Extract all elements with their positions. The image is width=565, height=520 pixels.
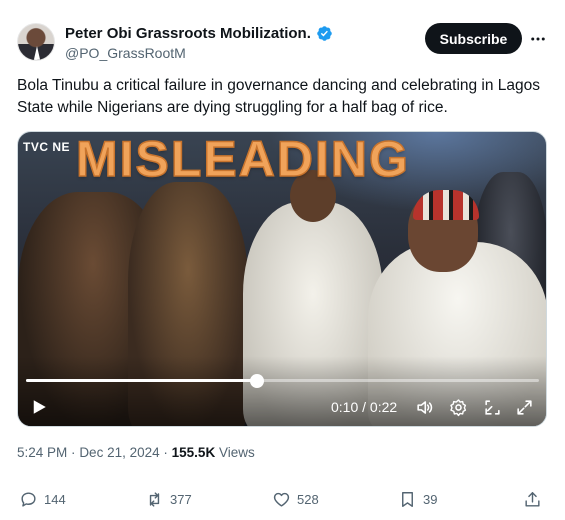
author-name[interactable]: Peter Obi Grassroots Mobilization. [65, 25, 311, 42]
meta-separator: · [163, 445, 168, 460]
tweet-text: Bola Tinubu a critical failure in govern… [17, 77, 541, 116]
fullscreen-icon[interactable] [515, 398, 534, 417]
meta-separator: · [71, 445, 76, 460]
share-icon [525, 492, 540, 507]
reply-icon [21, 492, 36, 507]
volume-icon[interactable] [415, 398, 434, 417]
tweet-meta: 5:24 PM · Dec 21, 2024 · 155.5K Views [17, 445, 255, 460]
tweet-date[interactable]: Dec 21, 2024 [79, 445, 159, 460]
author-name-row: Peter Obi Grassroots Mobilization. [65, 25, 333, 42]
more-icon[interactable] [528, 29, 548, 49]
repost-icon [149, 492, 160, 507]
channel-logo: TVC NE [23, 140, 71, 154]
like-button[interactable]: 528 [272, 490, 319, 509]
views-label: Views [218, 445, 255, 460]
misleading-stamp: MISLEADING [75, 131, 410, 188]
reply-count: 144 [44, 492, 66, 507]
bookmark-button[interactable]: 39 [398, 490, 437, 509]
share-button[interactable] [523, 490, 542, 509]
repost-count: 377 [170, 492, 192, 507]
settings-gear-icon[interactable] [449, 398, 468, 417]
author-handle[interactable]: @PO_GrassRootM [65, 45, 186, 61]
reply-button[interactable]: 144 [19, 490, 66, 509]
like-count: 528 [297, 492, 319, 507]
progress-fill [26, 379, 257, 382]
scrubber-handle[interactable] [249, 374, 264, 388]
bookmark-count: 39 [423, 492, 438, 507]
tweet-time[interactable]: 5:24 PM [17, 445, 67, 460]
play-icon[interactable] [30, 398, 48, 416]
time-display: 0:10 / 0:22 [331, 399, 398, 415]
repost-button[interactable]: 377 [145, 490, 192, 509]
avatar[interactable] [17, 23, 55, 61]
heart-icon [273, 492, 290, 507]
action-bar: 144 377 528 39 [17, 490, 547, 512]
picture-in-picture-icon[interactable] [483, 398, 502, 417]
progress-bar[interactable] [26, 374, 539, 388]
subscribe-button[interactable]: Subscribe [425, 23, 522, 54]
views-count: 155.5K [171, 445, 216, 460]
more-dots-icon [531, 37, 545, 41]
verified-badge-icon [317, 26, 332, 41]
video-player[interactable]: TVC NE MISLEADING 0:10 / 0:22 [17, 131, 547, 427]
tweet-header: Peter Obi Grassroots Mobilization. @PO_G… [17, 22, 548, 64]
bookmark-icon [402, 492, 413, 507]
